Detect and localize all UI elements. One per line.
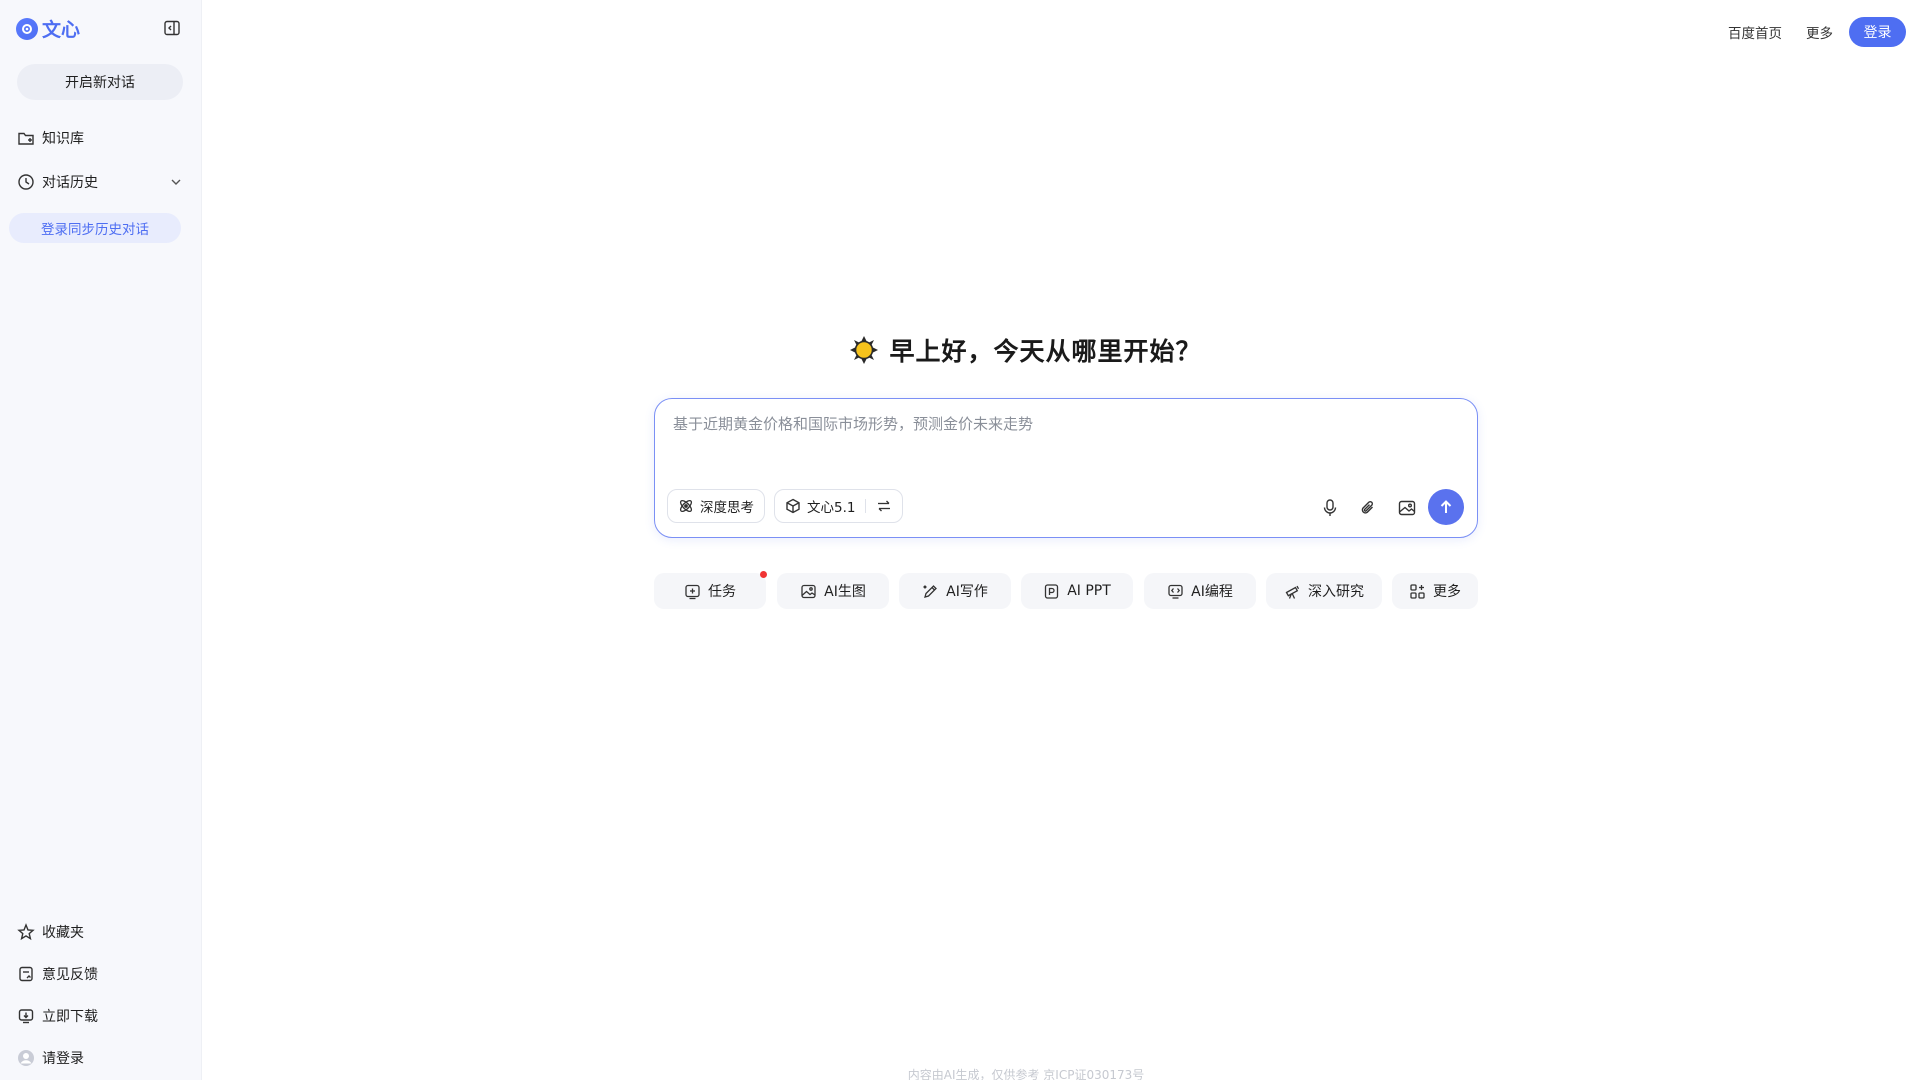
- baidu-home-link[interactable]: 百度首页: [1728, 22, 1782, 42]
- quick-action-label: 任务: [708, 584, 736, 600]
- quick-action-ai-image[interactable]: AI生图: [777, 573, 889, 609]
- atom-icon: [678, 498, 694, 514]
- quick-action-label: 深入研究: [1308, 584, 1364, 600]
- logo[interactable]: 文心: [16, 15, 80, 42]
- sidebar-item-label: 立即下载: [42, 1009, 98, 1025]
- image-gen-icon: [800, 583, 817, 600]
- quick-action-task[interactable]: 任务: [654, 573, 766, 609]
- chevron-down-icon[interactable]: [169, 175, 183, 189]
- image-upload-icon[interactable]: [1396, 497, 1418, 519]
- quick-action-label: 更多: [1433, 584, 1461, 600]
- sidebar-item-label: 收藏夹: [42, 925, 84, 941]
- pen-icon: [922, 583, 939, 600]
- arrow-up-icon: [1437, 498, 1455, 516]
- sidebar-item-label: 请登录: [42, 1051, 84, 1067]
- app-root: 文心 开启新对话 知识库 对话历史 登录同步历史对话 收藏夹 意见反馈 立即下载…: [0, 0, 1920, 1080]
- send-button[interactable]: [1428, 489, 1464, 525]
- more-link[interactable]: 更多: [1806, 22, 1833, 42]
- download-icon: [17, 1007, 35, 1025]
- logo-mark-icon: [16, 17, 38, 40]
- top-nav: 百度首页 更多 登录: [1728, 17, 1906, 47]
- greeting-row: 早上好，今天从哪里开始？: [0, 332, 1920, 368]
- deep-think-label: 深度思考: [700, 500, 754, 516]
- folder-icon: [17, 129, 35, 147]
- footer-text: 内容由AI生成，仅供参考 京ICP证030173号: [907, 1068, 1145, 1080]
- quick-action-deep-research[interactable]: 深入研究: [1266, 573, 1382, 609]
- sidebar-item-label: 意见反馈: [42, 967, 98, 983]
- switch-model-icon[interactable]: [876, 498, 892, 514]
- login-sync-history-button[interactable]: 登录同步历史对话: [9, 213, 181, 243]
- sun-icon: [849, 335, 879, 365]
- model-selector[interactable]: 文心5.1: [774, 489, 904, 523]
- ppt-icon: [1043, 583, 1060, 600]
- grid-icon: [1409, 583, 1426, 600]
- quick-action-label: AI PPT: [1067, 583, 1111, 599]
- greeting-text: 早上好，今天从哪里开始？: [889, 337, 1202, 366]
- cube-icon: [785, 498, 801, 514]
- task-icon: [684, 583, 701, 600]
- chat-input[interactable]: [673, 413, 1453, 473]
- logo-text: 文心: [42, 19, 81, 41]
- model-label: 文心5.1: [807, 500, 856, 516]
- deep-think-toggle[interactable]: 深度思考: [667, 489, 765, 523]
- chat-input-box: 深度思考 文心5.1: [654, 398, 1478, 538]
- quick-action-label: AI写作: [946, 584, 988, 600]
- collapse-sidebar-icon[interactable]: [162, 18, 182, 38]
- quick-action-label: AI生图: [824, 584, 866, 600]
- sidebar-item-feedback[interactable]: 意见反馈: [17, 960, 185, 988]
- quick-action-label: AI编程: [1191, 584, 1233, 600]
- sidebar-item-label: 对话历史: [42, 175, 98, 191]
- sidebar-item-label: 知识库: [42, 131, 84, 147]
- telescope-icon: [1284, 583, 1301, 600]
- clock-icon: [17, 173, 35, 191]
- sidebar-item-knowledge-base[interactable]: 知识库: [17, 124, 185, 152]
- avatar: [17, 1049, 35, 1067]
- quick-action-more[interactable]: 更多: [1392, 573, 1478, 609]
- feedback-icon: [17, 965, 35, 983]
- star-icon: [17, 923, 35, 941]
- quick-action-ai-ppt[interactable]: AI PPT: [1021, 573, 1133, 609]
- microphone-icon[interactable]: [1319, 497, 1341, 519]
- sidebar-item-favorites[interactable]: 收藏夹: [17, 918, 185, 946]
- attachment-icon[interactable]: [1357, 497, 1379, 519]
- new-chat-button[interactable]: 开启新对话: [17, 64, 183, 100]
- sidebar: 文心 开启新对话 知识库 对话历史 登录同步历史对话 收藏夹 意见反馈 立即下载…: [0, 0, 202, 1080]
- notification-dot: [760, 571, 767, 578]
- quick-action-ai-writing[interactable]: AI写作: [899, 573, 1011, 609]
- code-icon: [1167, 583, 1184, 600]
- login-button[interactable]: 登录: [1849, 17, 1906, 47]
- footer: 内容由AI生成，仅供参考 京ICP证030173号: [0, 1066, 1920, 1080]
- quick-action-ai-coding[interactable]: AI编程: [1144, 573, 1256, 609]
- sidebar-item-history[interactable]: 对话历史: [17, 168, 185, 196]
- sidebar-item-download[interactable]: 立即下载: [17, 1002, 185, 1030]
